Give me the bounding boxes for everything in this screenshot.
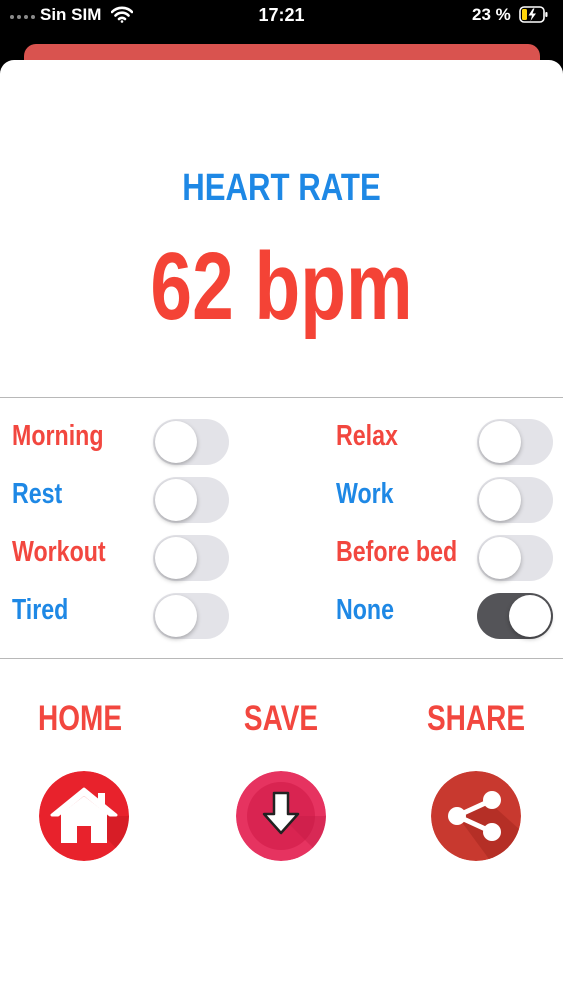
toggle-knob xyxy=(479,479,521,521)
tag-label-before-bed: Before bed xyxy=(336,536,458,568)
share-button[interactable] xyxy=(431,771,521,861)
share-label: SHARE xyxy=(426,699,526,738)
share-icon xyxy=(431,771,521,861)
battery-charging-icon xyxy=(519,6,549,29)
house-icon xyxy=(39,771,129,861)
toggle-knob xyxy=(155,537,197,579)
tag-label-work: Work xyxy=(336,478,394,510)
tag-label-morning: Morning xyxy=(12,420,104,452)
home-button[interactable] xyxy=(39,771,129,861)
toggle-knob xyxy=(479,421,521,463)
heart-rate-value: 62 bpm xyxy=(150,233,413,340)
tag-label-rest: Rest xyxy=(12,478,63,510)
toggle-knob xyxy=(509,595,551,637)
divider-top xyxy=(0,397,563,398)
toggle-tired[interactable] xyxy=(153,593,229,639)
toggle-knob xyxy=(479,537,521,579)
tag-label-workout: Workout xyxy=(12,536,106,568)
tag-label-tired: Tired xyxy=(12,594,69,626)
toggle-knob xyxy=(155,421,197,463)
toggle-knob xyxy=(155,595,197,637)
toggle-rest[interactable] xyxy=(153,477,229,523)
battery-percent: 23 % xyxy=(472,5,511,24)
tag-label-relax: Relax xyxy=(336,420,398,452)
toggle-relax[interactable] xyxy=(477,419,553,465)
toggle-before-bed[interactable] xyxy=(477,535,553,581)
toggle-workout[interactable] xyxy=(153,535,229,581)
tag-label-none: None xyxy=(336,594,394,626)
status-bar: Sin SIM 17:21 23 % xyxy=(0,0,563,34)
save-label: SAVE xyxy=(243,699,319,738)
save-button[interactable] xyxy=(236,771,326,861)
toggle-work[interactable] xyxy=(477,477,553,523)
home-label: HOME xyxy=(38,699,122,738)
download-arrow-icon xyxy=(236,771,326,861)
toggle-knob xyxy=(155,479,197,521)
toggle-morning[interactable] xyxy=(153,419,229,465)
heart-rate-title: HEART RATE xyxy=(182,167,381,209)
divider-bottom xyxy=(0,658,563,659)
toggle-none[interactable] xyxy=(477,593,553,639)
